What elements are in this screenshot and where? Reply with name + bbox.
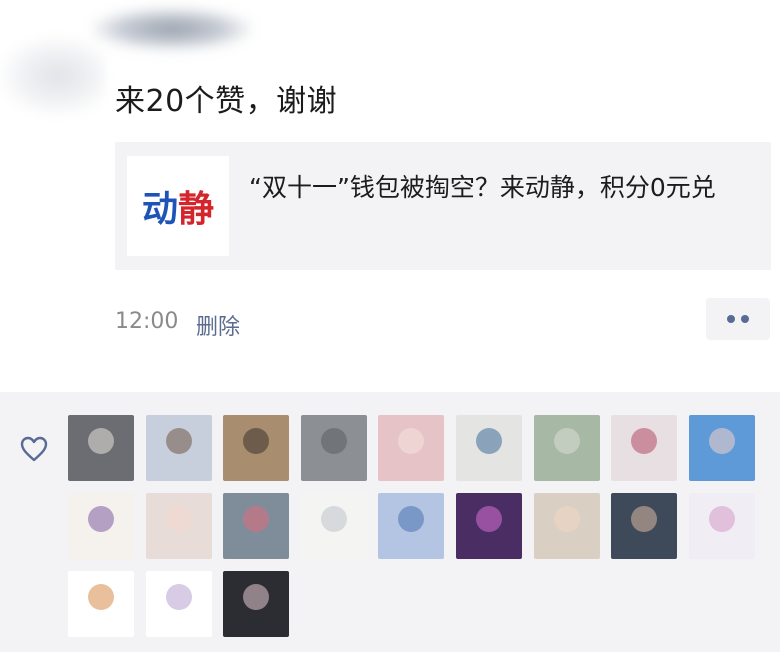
liker-avatar[interactable] xyxy=(68,571,134,637)
liker-avatar[interactable] xyxy=(456,493,522,559)
card-thumbnail-logo: 动静 xyxy=(127,156,229,256)
avatar-image xyxy=(708,506,735,533)
liker-avatar[interactable] xyxy=(300,415,367,481)
liker-avatar[interactable] xyxy=(68,415,134,481)
avatar-image xyxy=(320,428,347,455)
avatar-image xyxy=(165,584,192,611)
avatar-image xyxy=(165,428,192,455)
avatar-image xyxy=(243,428,270,455)
avatar-image xyxy=(243,584,270,611)
avatar-image xyxy=(165,506,192,533)
liker-avatar[interactable] xyxy=(223,415,290,481)
liker-avatar[interactable] xyxy=(145,571,212,637)
post-message: 来20个赞，谢谢 xyxy=(115,84,338,119)
blurred-avatar[interactable] xyxy=(0,36,105,116)
liker-avatar[interactable] xyxy=(145,415,212,481)
avatar-image xyxy=(320,506,347,533)
more-actions-button[interactable] xyxy=(706,298,770,340)
blurred-username xyxy=(92,8,252,50)
avatar-image xyxy=(631,428,658,455)
liker-avatar[interactable] xyxy=(378,415,445,481)
card-title: “双十一”钱包被掏空？来动静，积分0元兑 xyxy=(249,173,716,202)
logo-text-part2: 静 xyxy=(178,189,215,230)
liker-avatar[interactable] xyxy=(533,415,600,481)
avatar-image xyxy=(398,506,425,533)
liker-avatar[interactable] xyxy=(533,493,600,559)
avatar-image xyxy=(243,506,270,533)
avatar-image xyxy=(88,428,114,455)
liker-avatar[interactable] xyxy=(611,493,678,559)
liker-avatar[interactable] xyxy=(68,493,134,559)
liker-avatar[interactable] xyxy=(300,493,367,559)
liker-avatar[interactable] xyxy=(688,493,755,559)
post-time: 12:00 xyxy=(115,309,179,334)
avatar-image xyxy=(476,506,502,533)
liker-avatar[interactable] xyxy=(145,493,212,559)
more-dots-icon-2 xyxy=(741,315,749,323)
avatar-image xyxy=(88,584,114,611)
more-dots-icon xyxy=(727,315,735,323)
delete-link[interactable]: 删除 xyxy=(196,309,240,341)
avatar-image xyxy=(476,428,502,455)
liker-avatar[interactable] xyxy=(456,415,522,481)
avatar-image xyxy=(398,428,425,455)
logo-text-part1: 动 xyxy=(141,189,178,230)
avatar-image xyxy=(553,506,580,533)
liker-avatar[interactable] xyxy=(223,571,290,637)
avatar-image xyxy=(708,428,735,455)
avatar-image xyxy=(631,506,658,533)
avatar-image xyxy=(88,506,114,533)
liker-avatar[interactable] xyxy=(223,493,290,559)
avatar-image xyxy=(553,428,580,455)
shared-link-card[interactable]: 动静 “双十一”钱包被掏空？来动静，积分0元兑 xyxy=(115,142,771,270)
liker-avatar[interactable] xyxy=(611,415,678,481)
liker-avatar[interactable] xyxy=(688,415,755,481)
heart-outline-icon xyxy=(20,436,48,462)
liker-avatar[interactable] xyxy=(378,493,445,559)
